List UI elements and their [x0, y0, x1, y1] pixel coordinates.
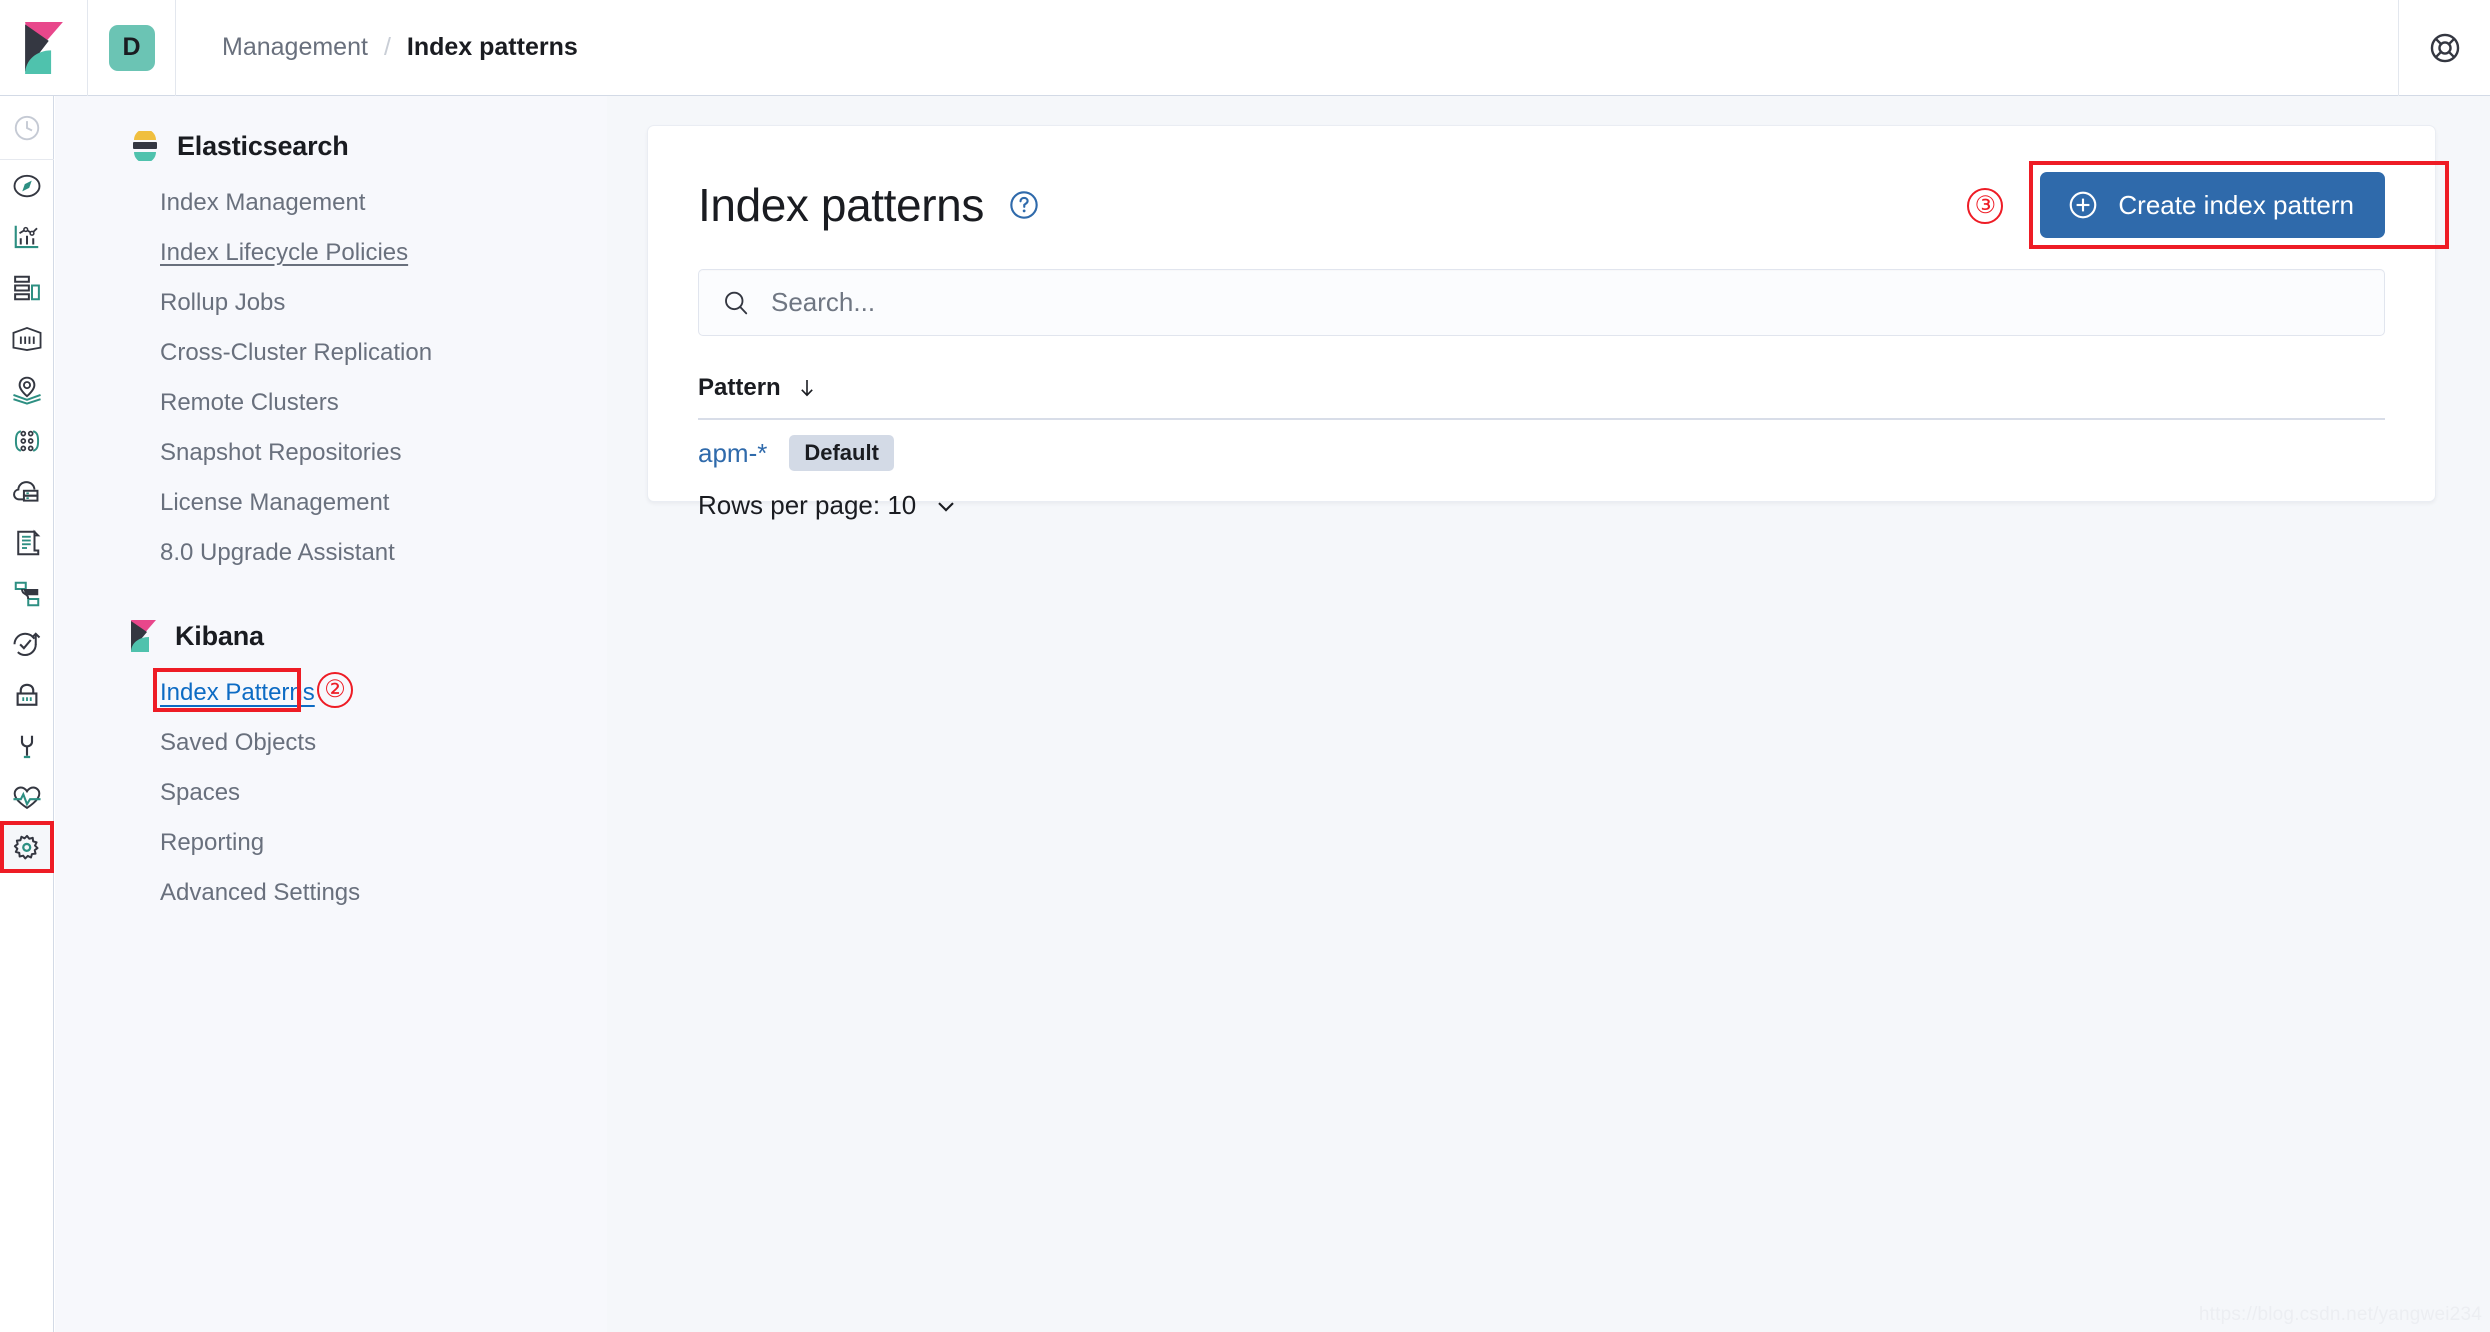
rail-item-dev-tools[interactable] — [0, 721, 54, 772]
breadcrumb-index-patterns[interactable]: Index patterns — [407, 33, 578, 62]
rail-item-uptime[interactable] — [0, 619, 54, 670]
infrastructure-cloud-icon — [13, 480, 39, 502]
management-highlight-box — [0, 821, 54, 873]
page-help-button[interactable] — [1008, 189, 1040, 221]
chevron-down-icon[interactable] — [932, 492, 960, 520]
search-input[interactable] — [771, 270, 2384, 335]
sidebar-item-license-management[interactable]: License Management — [55, 478, 607, 528]
sidebar-item-remote-clusters[interactable]: Remote Clusters — [55, 378, 607, 428]
sidebar-item-rollup-jobs[interactable]: Rollup Jobs — [55, 278, 607, 328]
annotation-marker-3: ③ — [1967, 188, 2004, 224]
maps-location-icon — [13, 376, 41, 405]
rail-item-management[interactable] — [0, 821, 54, 874]
search-row — [648, 238, 2435, 336]
sidebar-item-reporting[interactable]: Reporting — [55, 818, 607, 868]
sidebar-item-advanced-settings[interactable]: Advanced Settings — [55, 868, 607, 918]
visualize-chart-icon — [14, 225, 39, 248]
rail-item-visualize[interactable] — [0, 211, 54, 262]
rail-item-canvas[interactable] — [0, 313, 54, 364]
index-patterns-panel: Index patterns Create index pattern ③ Se… — [647, 125, 2450, 520]
status-badge: Default — [789, 435, 894, 471]
kibana-logo-icon — [131, 620, 156, 652]
create-index-pattern-label: Create index pattern — [2118, 189, 2354, 220]
rail-item-monitoring[interactable] — [0, 772, 54, 823]
rail-item-infrastructure[interactable] — [0, 466, 54, 517]
life-ring-help-icon — [2430, 33, 2459, 62]
page-title: Index patterns — [698, 179, 984, 231]
rail-item-apm[interactable] — [0, 568, 54, 619]
create-index-pattern-button[interactable]: Create index pattern — [2040, 172, 2385, 238]
canvas-icon — [12, 326, 42, 351]
sidebar-item-cross-cluster-replication[interactable]: Cross-Cluster Replication — [55, 328, 607, 378]
plus-circle-icon — [2070, 191, 2097, 219]
column-header-pattern[interactable]: Pattern — [698, 374, 781, 402]
apm-trace-icon — [14, 581, 40, 606]
table-row[interactable]: apm-* Default — [698, 420, 2385, 486]
rail-item-logs[interactable] — [0, 517, 54, 568]
monitoring-heartbeat-icon — [13, 786, 41, 809]
header-actions: Create index pattern ③ — [1967, 161, 2450, 249]
sidebar-item-index-management[interactable]: Index Management — [55, 178, 607, 228]
settings-sidebar: Elasticsearch Index Management Index Lif… — [55, 96, 607, 1332]
kibana-logo-button[interactable] — [0, 0, 88, 96]
top-header: D Management / Index patterns — [0, 0, 2490, 96]
rail-item-machine-learning[interactable] — [0, 415, 54, 466]
elasticsearch-logo-icon — [133, 131, 157, 161]
discover-compass-icon — [13, 174, 41, 197]
space-avatar: D — [108, 24, 155, 71]
main-content: Index patterns Create index pattern ③ Se… — [607, 96, 2490, 1332]
dashboard-grid-icon — [14, 275, 40, 300]
machine-learning-icon — [14, 429, 40, 452]
breadcrumb-separator: / — [383, 33, 391, 61]
icon-rail — [0, 96, 54, 1332]
sidebar-item-spaces[interactable]: Spaces — [55, 768, 607, 818]
help-menu-button[interactable] — [2398, 0, 2490, 96]
sidebar-section-title: Kibana — [175, 620, 264, 651]
space-selector-button[interactable]: D — [88, 0, 176, 96]
watermark: https://blog.csdn.net/yangwei234 — [2198, 1304, 2482, 1325]
rows-per-page-label: Rows per page: 10 — [698, 490, 917, 520]
breadcrumb-management[interactable]: Management — [222, 33, 368, 62]
logs-scroll-icon — [17, 529, 41, 555]
kibana-logo-icon — [24, 21, 63, 74]
rail-item-discover[interactable] — [0, 160, 54, 211]
index-patterns-table: Pattern apm-* Default — [648, 374, 2435, 486]
breadcrumb: Management / Index patterns — [222, 33, 578, 62]
sidebar-item-snapshot-repositories[interactable]: Snapshot Repositories — [55, 428, 607, 478]
siem-lock-icon — [16, 683, 38, 706]
sidebar-section-kibana: Kibana — [55, 614, 607, 658]
sidebar-item-saved-objects[interactable]: Saved Objects — [55, 718, 607, 768]
annotation-marker-2: ② — [317, 672, 353, 708]
sidebar-section-elasticsearch: Elasticsearch — [55, 124, 607, 168]
sidebar-item-upgrade-assistant[interactable]: 8.0 Upgrade Assistant — [55, 528, 607, 578]
rail-item-siem[interactable] — [0, 670, 54, 721]
sidebar-section-title: Elasticsearch — [177, 130, 349, 161]
search-icon — [725, 291, 748, 314]
rail-item-dashboard[interactable] — [0, 262, 54, 313]
question-circle-icon — [1010, 191, 1038, 219]
sidebar-item-index-lifecycle-policies[interactable]: Index Lifecycle Policies — [55, 228, 607, 278]
arrow-down-icon[interactable] — [795, 376, 819, 400]
rail-item-recently-viewed[interactable] — [0, 96, 54, 159]
recently-viewed-clock-icon — [14, 115, 40, 140]
panel-header: Index patterns Create index pattern ③ — [648, 126, 2450, 249]
pattern-link-apm[interactable]: apm-* — [698, 438, 767, 469]
rows-per-page-control[interactable]: Rows per page: 10 — [648, 490, 2435, 521]
sidebar-list-kibana: Index Patterns ② Saved Objects Spaces Re… — [55, 668, 607, 918]
table-header-row: Pattern — [698, 374, 2385, 420]
sidebar-list-elasticsearch: Index Management Index Lifecycle Policie… — [55, 178, 607, 578]
rail-item-maps[interactable] — [0, 364, 54, 415]
dev-tools-wrench-icon — [20, 735, 34, 758]
search-box[interactable] — [698, 269, 2385, 336]
uptime-check-icon — [13, 631, 41, 656]
